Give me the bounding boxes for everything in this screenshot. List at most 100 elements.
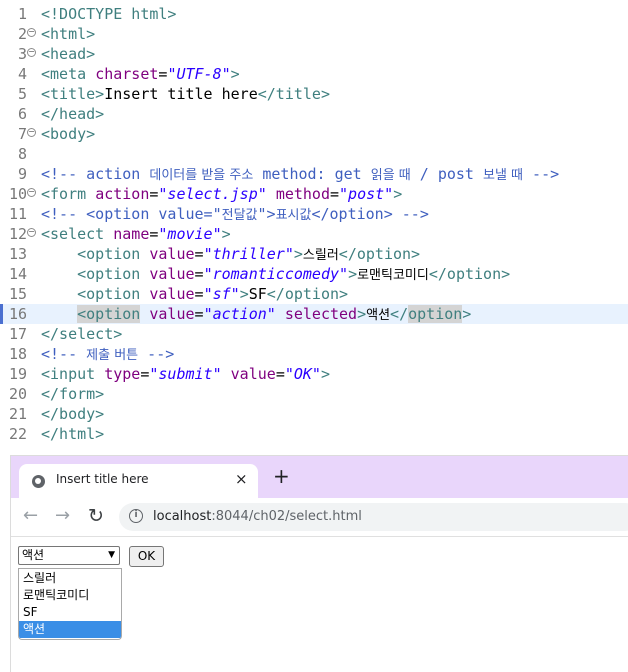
code-line[interactable]: 12 <select name="movie">	[0, 224, 628, 244]
code-token: </select>	[41, 325, 123, 343]
forward-button[interactable]: →	[55, 505, 70, 527]
code-token: <!-- action	[41, 165, 150, 183]
select-option[interactable]: 로맨틱코미디	[19, 587, 121, 604]
code-token: ">	[257, 205, 276, 223]
code-line[interactable]: 14 <option value="romanticcomedy">로맨틱코미디…	[0, 264, 628, 284]
code-token: >	[239, 285, 249, 303]
line-gutter: 17	[0, 324, 40, 344]
code-token: </body>	[41, 405, 105, 423]
line-number: 13	[8, 245, 27, 263]
code-token: value	[149, 285, 195, 303]
close-icon[interactable]: ×	[235, 470, 248, 488]
fold-toggle-icon[interactable]	[27, 48, 36, 57]
code-token: <body>	[41, 125, 96, 143]
browser-window: Insert title here × + ← → ↻ i localhost:…	[10, 455, 628, 672]
code-line[interactable]: 5 <title>Insert title here</title>	[0, 84, 628, 104]
line-number: 10	[8, 185, 27, 203]
line-number: 3	[17, 45, 27, 63]
code-text: </html>	[41, 424, 104, 444]
line-gutter: 14	[0, 264, 40, 284]
code-line[interactable]: 11 <!-- <option value="전달값">표시값</option> …	[0, 204, 628, 224]
code-token: 로맨틱코미디	[357, 268, 429, 283]
code-token: charset	[95, 65, 159, 83]
code-line[interactable]: 3 <head>	[0, 44, 628, 64]
line-gutter: 4	[0, 64, 40, 84]
line-gutter: 5	[0, 84, 40, 104]
new-tab-button[interactable]: +	[273, 466, 290, 486]
code-token: >	[348, 265, 358, 283]
code-line[interactable]: 13 <option value="thriller">스릴러</option>	[0, 244, 628, 264]
url-path: :8044/ch02/select.html	[211, 509, 362, 524]
info-icon[interactable]: i	[129, 509, 143, 523]
code-token: </html>	[41, 425, 105, 443]
code-token: >	[320, 365, 330, 383]
back-button[interactable]: ←	[23, 505, 38, 527]
code-line[interactable]: 17 </select>	[0, 324, 628, 344]
code-token: </form>	[41, 385, 105, 403]
code-token: 제출 버튼	[86, 348, 139, 363]
code-text: </body>	[41, 404, 104, 424]
fold-toggle-icon[interactable]	[27, 128, 36, 137]
code-line[interactable]: 2 <html>	[0, 24, 628, 44]
submit-button[interactable]: OK	[129, 546, 164, 567]
code-token: "action"	[203, 305, 276, 323]
line-gutter: 13	[0, 244, 40, 264]
line-number: 8	[17, 145, 27, 163]
line-number: 16	[8, 305, 27, 323]
code-line[interactable]: 22 </html>	[0, 424, 628, 444]
code-line[interactable]: 16 <option value="action" selected>액션</o…	[0, 304, 628, 324]
page-content: 액션 ▼ OK 스릴러 로맨틱코미디 SF 액션	[11, 537, 628, 672]
code-token: 읽을 때	[370, 168, 411, 183]
code-line[interactable]: 1 <!DOCTYPE html>	[0, 4, 628, 24]
fold-toggle-icon[interactable]	[27, 228, 36, 237]
code-token: =	[330, 185, 340, 203]
code-token: option	[408, 305, 463, 323]
code-line[interactable]: 20 </form>	[0, 384, 628, 404]
line-number: 5	[17, 85, 27, 103]
reload-button[interactable]: ↻	[88, 505, 104, 527]
code-token: >	[462, 305, 472, 323]
code-line[interactable]: 15 <option value="sf">SF</option>	[0, 284, 628, 304]
globe-icon	[32, 475, 45, 488]
fold-toggle-icon[interactable]	[27, 188, 36, 197]
code-token: =	[275, 365, 285, 383]
code-token: <form	[41, 185, 96, 203]
code-line[interactable]: 7 <body>	[0, 124, 628, 144]
url-text[interactable]: localhost:8044/ch02/select.html	[153, 509, 362, 524]
line-gutter: 20	[0, 384, 40, 404]
code-line[interactable]: 18 <!-- 제출 버튼 -->	[0, 344, 628, 364]
movie-select[interactable]: 액션 ▼	[18, 546, 120, 565]
select-option[interactable]: 액션	[19, 621, 121, 638]
code-token: type	[104, 365, 141, 383]
code-token: <!--	[41, 345, 87, 363]
code-line[interactable]: 10<form action="select.jsp" method="post…	[0, 184, 628, 204]
fold-toggle-icon[interactable]	[27, 28, 36, 37]
code-text: <meta charset="UTF-8">	[41, 64, 240, 84]
code-editor[interactable]: 1 <!DOCTYPE html> 2 <html> 3 <head> 4 <meta cha…	[0, 0, 628, 450]
select-option[interactable]: 스릴러	[19, 570, 121, 587]
code-token: action	[95, 185, 150, 203]
line-number: 22	[8, 425, 27, 443]
code-line[interactable]: 4 <meta charset="UTF-8">	[0, 64, 628, 84]
select-option[interactable]: SF	[19, 604, 121, 621]
line-number: 19	[8, 365, 27, 383]
line-number: 21	[8, 405, 27, 423]
code-line[interactable]: 19 <input type="submit" value="OK">	[0, 364, 628, 384]
code-line[interactable]: 8	[0, 144, 628, 164]
code-token: value	[230, 365, 276, 383]
line-number: 17	[8, 325, 27, 343]
tab-insert-title[interactable]: Insert title here ×	[19, 464, 258, 498]
code-token: "select.jsp"	[158, 185, 267, 203]
select-value: 액션	[22, 548, 45, 562]
address-bar[interactable]: i localhost:8044/ch02/select.html	[119, 503, 628, 531]
code-line[interactable]: 21 </body>	[0, 404, 628, 424]
code-line[interactable]: 6 </head>	[0, 104, 628, 124]
code-text: <form action="select.jsp" method="post">	[41, 184, 402, 204]
code-text: <!-- 제출 버튼 -->	[41, 344, 174, 366]
code-line[interactable]: 9 <!-- action 데이터를 받을 주소 method: get 읽을 때…	[0, 164, 628, 184]
code-text: </head>	[41, 104, 104, 124]
